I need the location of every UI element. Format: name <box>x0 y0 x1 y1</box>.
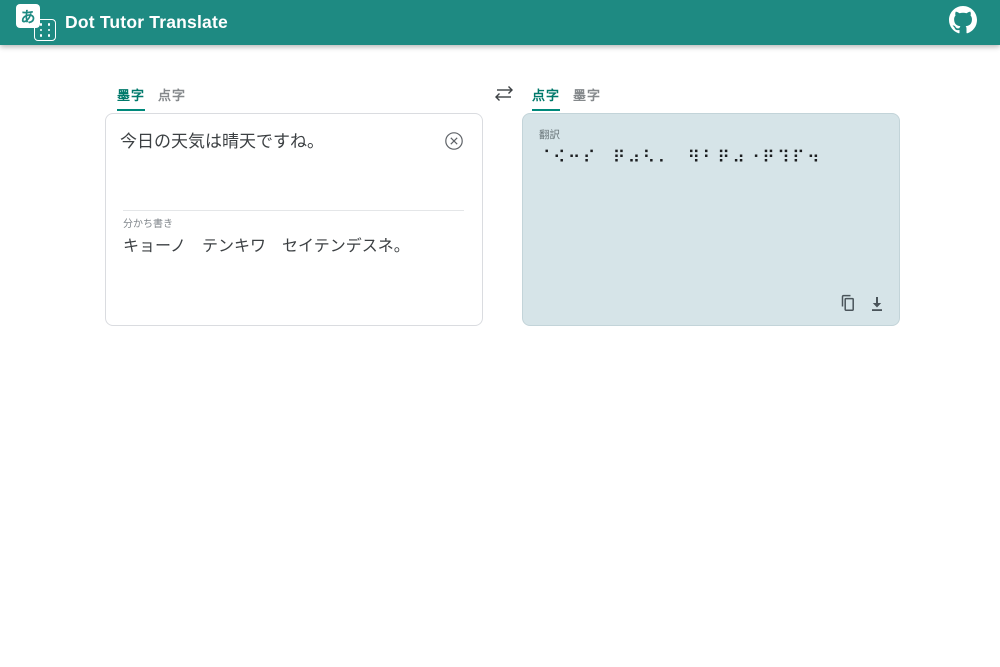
wakachigaki-label: 分かち書き <box>123 215 466 230</box>
clear-button[interactable] <box>444 131 464 151</box>
swap-direction-button[interactable] <box>491 84 517 104</box>
tab-left-tenji[interactable]: 点字 <box>158 85 186 111</box>
source-text-input[interactable]: 今日の天気は晴天ですね。 <box>120 130 440 155</box>
copy-button[interactable] <box>838 293 856 316</box>
kanji-a-square-icon: あ <box>16 4 40 28</box>
github-icon <box>949 6 977 39</box>
clear-circle-x-icon <box>444 139 464 154</box>
section-divider <box>123 210 464 211</box>
download-icon <box>869 301 885 316</box>
tab-right-sumiji[interactable]: 墨字 <box>573 85 601 111</box>
translation-label: 翻訳 <box>539 127 883 142</box>
copy-icon <box>838 301 856 316</box>
input-area: 今日の天気は晴天ですね。 <box>120 130 466 210</box>
download-button[interactable] <box>869 295 885 316</box>
swap-arrows-icon <box>491 91 517 108</box>
app-header: あ Dot Tutor Translate <box>0 0 1000 45</box>
logo-character: あ <box>20 6 35 27</box>
github-link[interactable] <box>948 8 978 38</box>
tab-right-tenji[interactable]: 点字 <box>532 85 560 111</box>
tab-left-sumiji[interactable]: 墨字 <box>117 85 145 111</box>
output-panel: 翻訳 ⠈⠪⠒⠎⠀⠟⠴⠣⠄⠀⠻⠃⠟⠴⠐⠟⠹⠏⠲ <box>522 113 900 326</box>
wakachigaki-text: キョーノ テンキワ セイテンデスネ。 <box>123 236 466 258</box>
right-tab-bar: 点字 墨字 <box>532 85 601 111</box>
input-panel: 今日の天気は晴天ですね。 分かち書き キョーノ テンキワ セイテンデスネ。 <box>105 113 483 326</box>
left-tab-bar: 墨字 点字 <box>117 85 186 111</box>
main-content: 墨字 点字 点字 墨字 今日の天気は晴天ですね。 <box>0 45 1000 667</box>
app-title: Dot Tutor Translate <box>65 12 228 33</box>
braille-output-text: ⠈⠪⠒⠎⠀⠟⠴⠣⠄⠀⠻⠃⠟⠴⠐⠟⠹⠏⠲ <box>538 148 883 168</box>
app-logo-icon: あ <box>16 4 56 41</box>
output-actions <box>838 293 885 316</box>
